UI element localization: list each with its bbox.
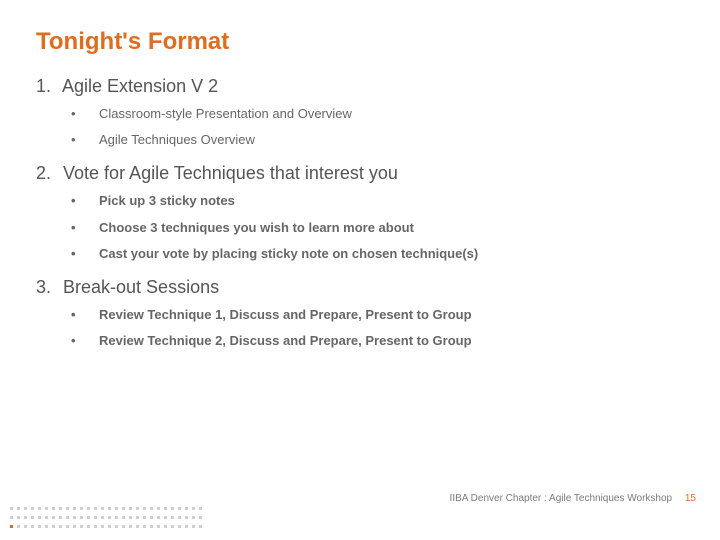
section-2-title: Vote for Agile Techniques that interest …: [63, 163, 398, 183]
section-2-bullets: Pick up 3 sticky notes Choose 3 techniqu…: [36, 192, 684, 263]
list-item: Choose 3 techniques you wish to learn mo…: [71, 219, 684, 237]
section-2-heading: 2. Vote for Agile Techniques that intere…: [36, 163, 684, 184]
list-item: Agile Techniques Overview: [71, 131, 684, 149]
list-item: Cast your vote by placing sticky note on…: [71, 245, 684, 263]
section-1-number: 1.: [36, 76, 58, 97]
section-1: 1. Agile Extension V 2 Classroom-style P…: [36, 76, 684, 149]
section-2-number: 2.: [36, 163, 58, 184]
slide-title: Tonight's Format: [36, 28, 684, 56]
section-1-title: Agile Extension V 2: [62, 76, 218, 96]
section-2: 2. Vote for Agile Techniques that intere…: [36, 163, 684, 263]
list-item: Pick up 3 sticky notes: [71, 192, 684, 210]
list-item: Review Technique 2, Discuss and Prepare,…: [71, 332, 684, 350]
footer-text: IIBA Denver Chapter : Agile Techniques W…: [450, 493, 673, 504]
decorative-dot-grid: [8, 505, 204, 532]
section-3-heading: 3. Break-out Sessions: [36, 277, 684, 298]
section-3-bullets: Review Technique 1, Discuss and Prepare,…: [36, 306, 684, 350]
slide-footer: IIBA Denver Chapter : Agile Techniques W…: [450, 493, 696, 504]
section-3-title: Break-out Sessions: [63, 277, 219, 297]
list-item: Classroom-style Presentation and Overvie…: [71, 105, 684, 123]
section-3: 3. Break-out Sessions Review Technique 1…: [36, 277, 684, 350]
page-number: 15: [685, 493, 696, 504]
section-1-heading: 1. Agile Extension V 2: [36, 76, 684, 97]
list-item: Review Technique 1, Discuss and Prepare,…: [71, 306, 684, 324]
slide: Tonight's Format 1. Agile Extension V 2 …: [0, 0, 720, 540]
section-1-bullets: Classroom-style Presentation and Overvie…: [36, 105, 684, 149]
section-3-number: 3.: [36, 277, 58, 298]
